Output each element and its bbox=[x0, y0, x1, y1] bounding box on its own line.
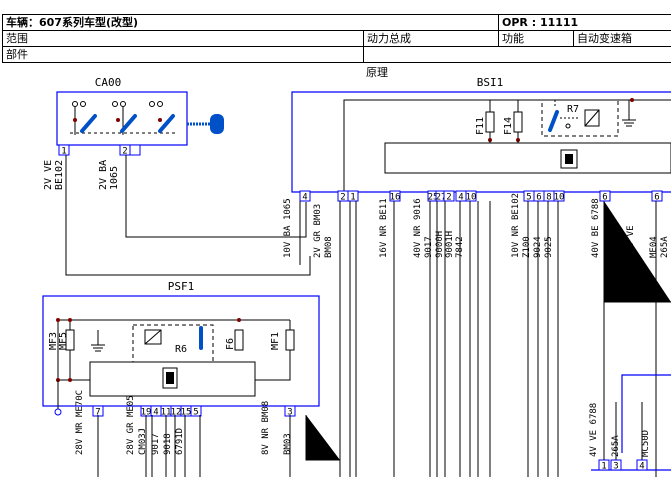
bsi1-pin-label: 10 bbox=[554, 193, 565, 203]
bsi1-wire-label: 10V NR BE102 bbox=[511, 193, 521, 258]
bsi1-pin-label: 4 bbox=[458, 193, 463, 203]
bsi1-wire-label: 7842 bbox=[455, 236, 465, 258]
psf1-fuses: MF3 MF5 F6 MF1 bbox=[48, 329, 295, 351]
fuse-mf5: MF5 bbox=[58, 332, 69, 350]
psf1-pin-label: 4 bbox=[153, 408, 158, 418]
bsi1-pin-label: 1 bbox=[350, 193, 355, 203]
bsi1-pin-label: 6 bbox=[602, 193, 607, 203]
lower-right-connector: 13 4 4V VE 6788 265A MC50D bbox=[589, 302, 671, 472]
bsi1-wire-label: BM08 bbox=[324, 236, 334, 258]
ca00-pin-2: 2 bbox=[122, 147, 127, 157]
bsi1-wire-label: 9017 bbox=[424, 236, 434, 258]
psf1-wire-label: 6791D bbox=[175, 428, 185, 455]
bsi1-wire-label: 10V BA 1065 bbox=[283, 198, 293, 258]
bsi1-pin-label: 4 bbox=[302, 193, 307, 203]
bsi1-pin-label: 10 bbox=[466, 193, 477, 203]
relay-r7: R7 bbox=[541, 99, 619, 137]
psf1-pin-label: 5 bbox=[193, 408, 198, 418]
relay-r6: R6 bbox=[132, 324, 214, 364]
ca00-title: CA00 bbox=[95, 76, 122, 89]
bsi1-wire-label: 9001H bbox=[445, 231, 455, 258]
bsi1-box bbox=[291, 91, 671, 193]
bsi1-wire-label: 16V NR BE11 bbox=[379, 198, 389, 258]
psf1-wire-label: 8V NR BM08 bbox=[261, 401, 271, 455]
bsi1-pin-label: 6 bbox=[536, 193, 541, 203]
ca00-box bbox=[56, 91, 188, 146]
ca00-wire1-code: BE102 bbox=[54, 160, 65, 190]
bsi1-ecu bbox=[384, 142, 671, 174]
psf1-title: PSF1 bbox=[168, 280, 195, 293]
bsi1-title: BSI1 bbox=[477, 76, 504, 89]
psf1-wire-label: 28V GR ME05 bbox=[126, 395, 136, 455]
bsi1-pin-label: 8 bbox=[546, 193, 551, 203]
bsi1-wire-label: 16V VE bbox=[626, 225, 636, 258]
bsi1-pin-label: 2 bbox=[446, 193, 451, 203]
bsi1-wire-label: 2V GR BM03 bbox=[313, 204, 323, 258]
bsi1-pin-label: 16 bbox=[390, 193, 401, 203]
ca00-wire1-gauge: 2V VE bbox=[43, 160, 54, 190]
bsi1-pins: 4 2 1 16 2527 2 4 10 5 6 8 10 6 6 bbox=[299, 190, 663, 203]
fuse-f14: F14 bbox=[503, 117, 514, 135]
relay-r7-label: R7 bbox=[567, 104, 579, 115]
bsi1-pin-label: 6 bbox=[654, 193, 659, 203]
ca00-wire2-code: 1065 bbox=[109, 166, 120, 190]
psf1-wire-label: 28V MR ME70C bbox=[75, 390, 85, 455]
psf1-wire-labels: 28V MR ME70C28V GR ME05 CM03J 9017 9018 … bbox=[75, 390, 293, 455]
bsi1-fuses: F11 F14 bbox=[475, 100, 523, 142]
lower-right-pin-label: 4 bbox=[639, 462, 644, 472]
psf1-wire-label: BM03 bbox=[283, 433, 293, 455]
bsi1-wire-label: 9000H bbox=[435, 231, 445, 258]
lower-right-wire-label: 4V VE 6788 bbox=[589, 403, 599, 457]
ground-icon bbox=[622, 100, 636, 127]
bsi1-wire-label: 9025 bbox=[544, 236, 554, 258]
bsi1-module: BSI1 F11 F14 R7 4 2 1 16 2527 2 4 10 5 6… bbox=[283, 76, 671, 477]
bsi1-wire-label: 40V NR 9016 bbox=[413, 198, 423, 258]
psf1-wire-label: 9018 bbox=[163, 433, 173, 455]
psf1-wire-label: CM03J bbox=[138, 428, 148, 455]
ca00-ignition-switch: CA00 1 2 2V VE BE102 2V BA 1065 bbox=[43, 76, 224, 190]
bsi1-pin-label: 5 bbox=[526, 193, 531, 203]
relay-r6-label: R6 bbox=[175, 344, 187, 355]
lower-right-wires bbox=[603, 302, 643, 460]
psf1-module: PSF1 MF3 MF5 F6 MF1 R6 7 19 4 11 12 15 5… bbox=[42, 280, 340, 477]
ca00-wire2-gauge: 2V BA bbox=[98, 160, 109, 190]
bsi1-wire-label: Z100 bbox=[522, 236, 532, 258]
bsi1-wire-label: ME04 bbox=[649, 236, 659, 258]
psf1-ground-icon bbox=[91, 330, 105, 352]
bsi1-pin-label: 2 bbox=[340, 193, 345, 203]
psf1-wire-label: 9017 bbox=[151, 433, 161, 455]
lower-right-pin-label: 3 bbox=[613, 462, 618, 472]
bsi1-wire-label: 9024 bbox=[533, 236, 543, 258]
fuse-f11: F11 bbox=[475, 117, 486, 135]
bsi1-wire-label: 265A bbox=[660, 236, 670, 258]
fuse-f6: F6 bbox=[225, 338, 236, 350]
ignition-key-icon bbox=[187, 114, 224, 134]
lower-right-wire-label: MC50D bbox=[641, 430, 651, 457]
psf1-pin-label: 15 bbox=[181, 408, 192, 418]
lower-right-wire-label: 265A bbox=[611, 435, 621, 457]
bsi1-wire-label: 40V BE 6788 bbox=[591, 198, 601, 258]
fuse-mf1: MF1 bbox=[270, 332, 281, 350]
lower-right-pin-label: 1 bbox=[601, 462, 606, 472]
wiring-diagram: CA00 1 2 2V VE BE102 2V BA 1065 BSI1 F11… bbox=[42, 76, 671, 477]
